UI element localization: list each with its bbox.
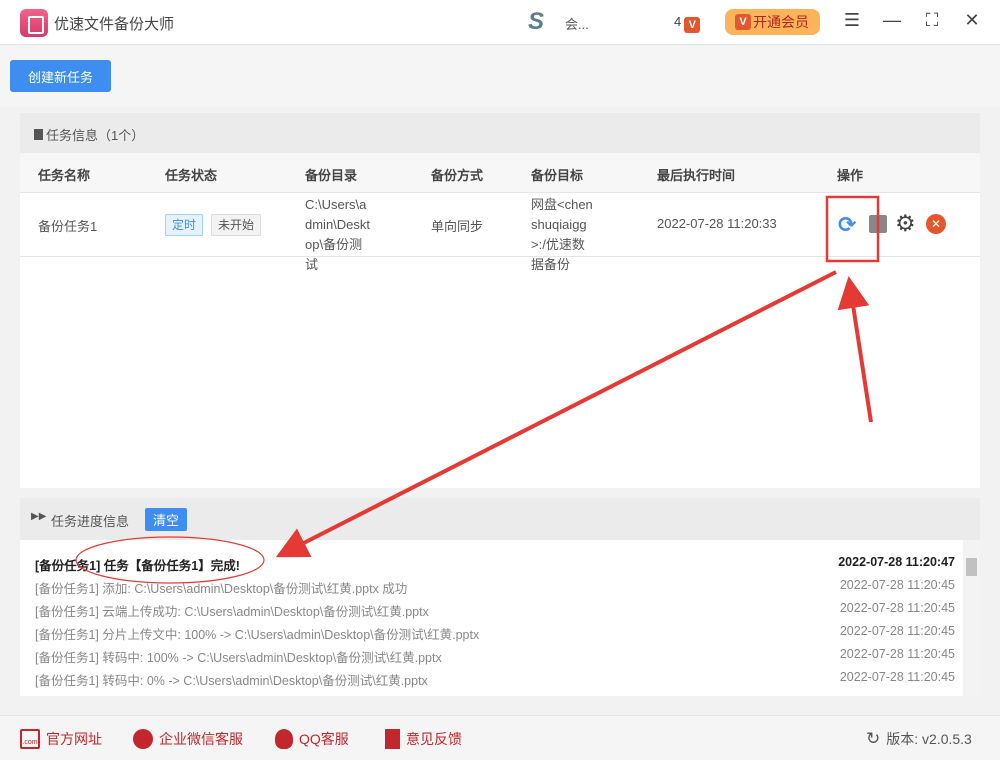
version-info[interactable]: ↻ 版本: v2.0.5.3 [866, 729, 972, 749]
user-avatar-icon[interactable]: S [528, 10, 556, 34]
menu-icon[interactable]: ☰ [840, 10, 864, 31]
log-text: [备份任务1] 转码中: 0% -> C:\Users\admin\Deskto… [35, 674, 428, 688]
progress-header: ▶▶ 任务进度信息 清空 [20, 498, 980, 540]
title-bar: 优速文件备份大师 S 会... 4V V 开通会员 ☰ — ⛶ ✕ [0, 0, 1000, 45]
vip-icon: V [735, 14, 751, 30]
col-last-run: 最后执行时间 [657, 168, 736, 183]
version-label: 版本: v2.0.5.3 [886, 731, 972, 747]
log-time: 2022-07-28 11:20:45 [839, 647, 955, 661]
close-icon[interactable]: ✕ [960, 10, 984, 31]
stop-icon[interactable] [869, 215, 887, 233]
col-mode: 备份方式 [431, 168, 484, 183]
log-time: 2022-07-28 11:20:45 [839, 670, 955, 684]
task-name: 备份任务1 [38, 219, 98, 234]
progress-header-label: 任务进度信息 [51, 514, 130, 529]
log-text: [备份任务1] 云端上传成功: C:\Users\admin\Desktop\备… [35, 605, 429, 619]
feedback-icon [385, 729, 400, 749]
open-vip-button[interactable]: V 开通会员 [725, 9, 820, 35]
qq-icon [275, 729, 293, 749]
col-dir: 备份目录 [305, 168, 358, 183]
log-text: [备份任务1] 转码中: 100% -> C:\Users\admin\Desk… [35, 651, 442, 665]
last-run-time: 2022-07-28 11:20:33 [657, 216, 777, 231]
progress-panel: ▶▶ 任务进度信息 清空 [备份任务1] 任务【备份任务1】完成! 2022-07… [20, 498, 980, 696]
backup-mode: 单向同步 [431, 219, 484, 234]
qq-label: QQ客服 [299, 731, 349, 747]
website-icon: .com [20, 729, 40, 749]
vip-count: 4V [674, 14, 701, 33]
feedback-link[interactable]: 意见反馈 [385, 729, 462, 749]
col-target: 备份目标 [531, 168, 584, 183]
col-actions: 操作 [837, 168, 864, 183]
clear-button[interactable]: 清空 [145, 508, 188, 531]
log-text: [备份任务1] 任务【备份任务1】完成! [35, 559, 240, 573]
website-link[interactable]: .com 官方网址 [20, 729, 102, 749]
log-time: 2022-07-28 11:20:45 [839, 578, 955, 592]
vip-icon: V [684, 17, 701, 33]
document-icon [34, 129, 43, 140]
col-name: 任务名称 [38, 168, 91, 183]
table-header: 任务名称 任务状态 备份目录 备份方式 备份目标 最后执行时间 操作 [20, 153, 980, 192]
delete-icon[interactable]: ✕ [926, 214, 946, 234]
minimize-icon[interactable]: — [880, 10, 904, 31]
schedule-tag: 定时 [165, 214, 204, 236]
toolbar [0, 46, 1000, 106]
refresh-icon: ↻ [866, 729, 881, 748]
settings-gear-icon[interactable]: ⚙ [895, 210, 916, 237]
vip-label: 开通会员 [753, 14, 809, 30]
log-text: [备份任务1] 添加: C:\Users\admin\Desktop\备份测试\… [35, 582, 408, 596]
app-logo-icon [20, 9, 48, 37]
vip-count-value: 4 [674, 14, 682, 29]
backup-target: 网盘<chenshuqiaigg>:/优速数据备份 [531, 197, 593, 272]
user-name[interactable]: 会... [565, 14, 589, 33]
expand-icon[interactable]: ▶▶ [31, 511, 46, 522]
scrollbar-thumb[interactable] [966, 558, 977, 576]
feedback-label: 意见反馈 [406, 731, 462, 747]
log-entry: [备份任务1] 转码中: 0% -> C:\Users\admin\Deskto… [35, 670, 955, 693]
log-entry: [备份任务1] 任务【备份任务1】完成! 2022-07-28 11:20:47 [35, 555, 955, 578]
wechat-icon [133, 729, 153, 749]
task-panel-header: 任务信息（1个） [20, 113, 980, 153]
wechat-support-link[interactable]: 企业微信客服 [133, 729, 243, 749]
log-entry: [备份任务1] 分片上传文中: 100% -> C:\Users\admin\D… [35, 624, 955, 647]
wechat-label: 企业微信客服 [159, 731, 243, 747]
log-time: 2022-07-28 11:20:45 [839, 624, 955, 638]
maximize-icon[interactable]: ⛶ [920, 10, 944, 31]
create-task-button[interactable]: 创建新任务 [10, 60, 111, 92]
log-entry: [备份任务1] 转码中: 100% -> C:\Users\admin\Desk… [35, 647, 955, 670]
log-text: [备份任务1] 分片上传文中: 100% -> C:\Users\admin\D… [35, 628, 480, 642]
col-status: 任务状态 [165, 168, 218, 183]
task-header-label: 任务信息（1个） [46, 128, 145, 143]
sync-icon[interactable]: ⟳ [838, 212, 856, 238]
qq-support-link[interactable]: QQ客服 [275, 729, 349, 749]
log-entry: [备份任务1] 云端上传成功: C:\Users\admin\Desktop\备… [35, 601, 955, 624]
task-panel: 任务信息（1个） 任务名称 任务状态 备份目录 备份方式 备份目标 最后执行时间… [20, 113, 980, 488]
website-label: 官方网址 [46, 731, 102, 747]
log-scrollbar[interactable] [963, 540, 980, 696]
backup-dir: C:\Users\admin\Desktop\备份测试 [305, 197, 371, 272]
log-time: 2022-07-28 11:20:47 [838, 555, 955, 569]
app-title: 优速文件备份大师 [54, 16, 175, 33]
footer: .com 官方网址 企业微信客服 QQ客服 意见反馈 ↻ 版本: v2.0.5.3 [0, 715, 1000, 760]
log-entry: [备份任务1] 添加: C:\Users\admin\Desktop\备份测试\… [35, 578, 955, 601]
status-tag: 未开始 [211, 214, 262, 236]
log-time: 2022-07-28 11:20:45 [839, 601, 955, 615]
table-row[interactable]: 备份任务1 定时 未开始 C:\Users\admin\Desktop\备份测试… [20, 192, 980, 272]
